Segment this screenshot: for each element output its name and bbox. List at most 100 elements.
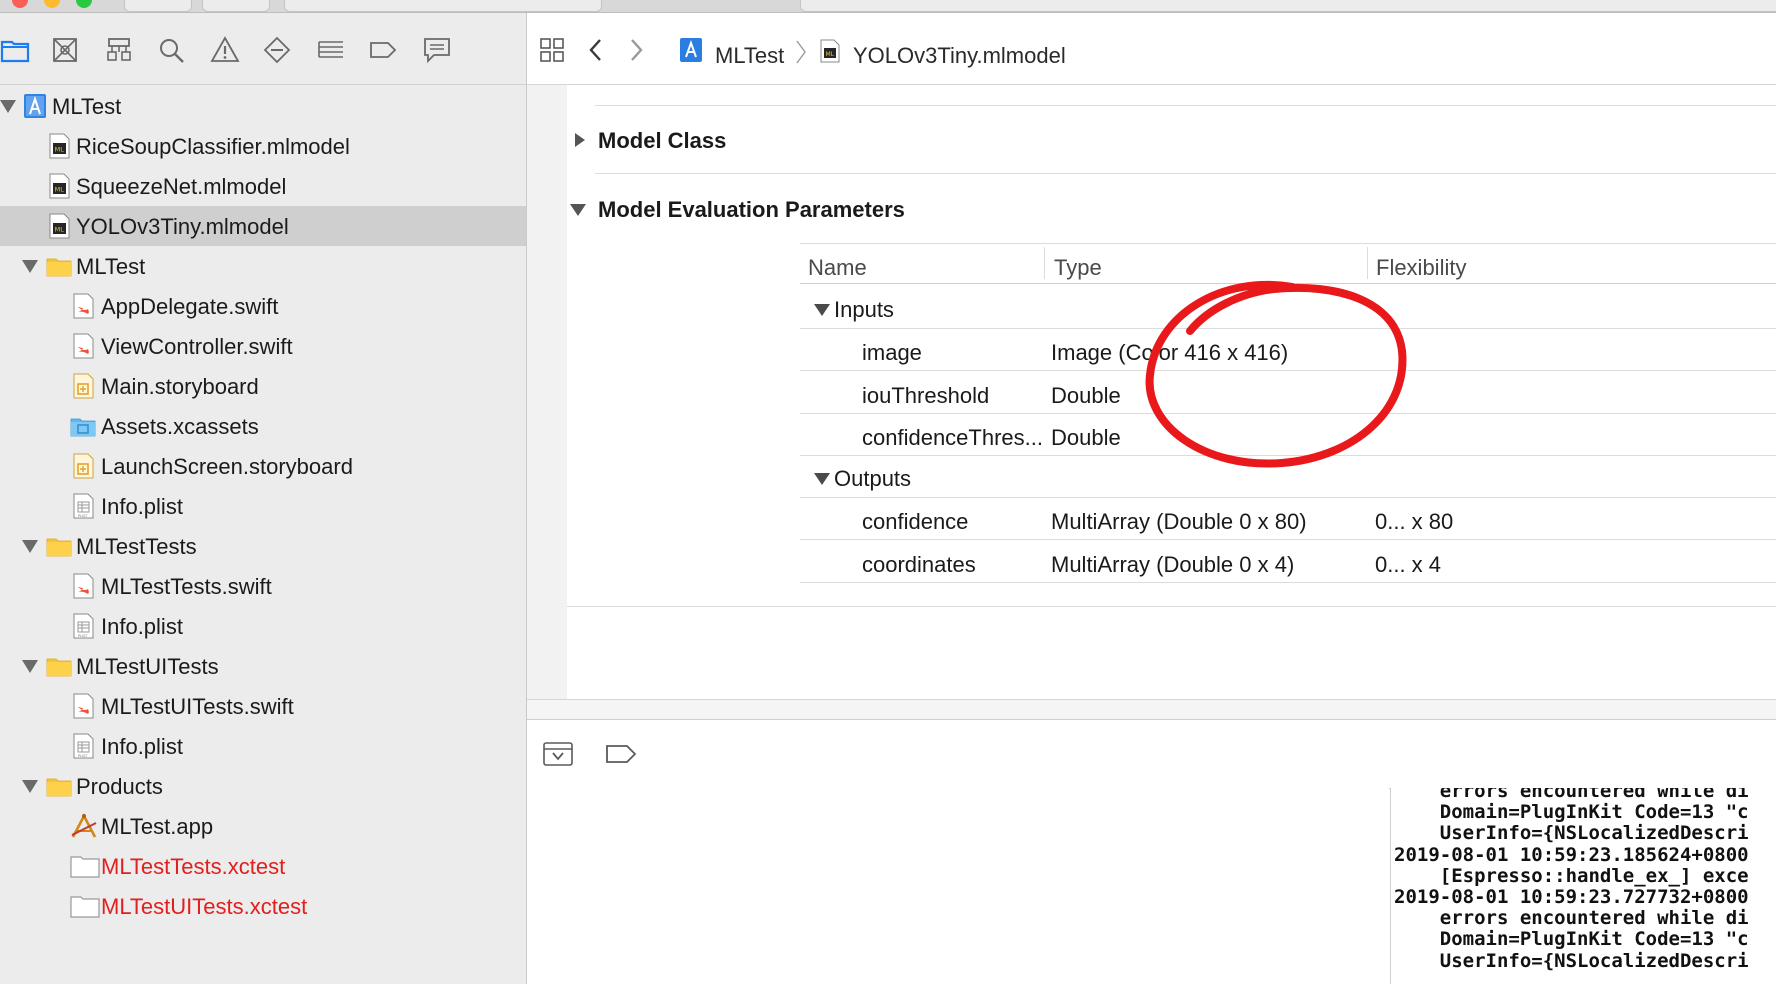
tree-item[interactable]: ML RiceSoupClassifier.mlmodel xyxy=(0,126,526,166)
forward-chevron-icon[interactable] xyxy=(627,38,645,62)
tree-item-label: LaunchScreen.storyboard xyxy=(101,454,353,479)
svg-text:ML: ML xyxy=(55,226,65,234)
folder-icon[interactable] xyxy=(0,35,30,65)
tree-item[interactable]: PLIST Info.plist xyxy=(0,486,526,526)
minimize-window-button[interactable] xyxy=(44,0,60,8)
column-header-flexibility[interactable]: Flexibility xyxy=(1376,255,1466,281)
stop-button[interactable] xyxy=(202,0,270,12)
content-bottom-border xyxy=(567,606,1776,607)
tree-item[interactable]: AppDelegate.swift xyxy=(0,286,526,326)
svg-text:ML: ML xyxy=(55,186,65,194)
tree-item[interactable]: MLTestTests.swift xyxy=(0,566,526,606)
related-items-icon[interactable] xyxy=(539,37,565,63)
param-flexibility: 0... x 4 xyxy=(1375,551,1442,577)
column-divider xyxy=(1044,247,1045,279)
param-type: Image (Color 416 x 416) xyxy=(1051,340,1289,365)
folder-icon xyxy=(46,533,72,559)
console-line: 2019-08-01 10:59:23.185624+0800 xyxy=(1394,843,1749,866)
zoom-window-button[interactable] xyxy=(76,0,92,8)
hide-debug-area-icon[interactable] xyxy=(543,742,573,766)
row-divider xyxy=(800,412,1776,414)
tree-item-label: MLTestTests.xctest xyxy=(101,854,286,879)
report-icon[interactable] xyxy=(422,35,452,65)
disclosure-triangle-icon[interactable] xyxy=(22,778,38,794)
folder-icon xyxy=(46,253,72,279)
param-type: MultiArray (Double 0 x 4) xyxy=(1051,551,1295,577)
inputs-disclosure-icon[interactable] xyxy=(813,301,831,319)
param-flexibility: 0... x 80 xyxy=(1375,509,1454,534)
row-divider xyxy=(800,370,1776,371)
swift-file-icon xyxy=(70,333,96,359)
svg-text:ML: ML xyxy=(55,146,65,154)
project-file-icon xyxy=(679,37,703,63)
tree-item-label: RiceSoupClassifier.mlmodel xyxy=(76,134,350,159)
tree-item[interactable]: Main.storyboard xyxy=(0,366,526,406)
tree-item[interactable]: Assets.xcassets xyxy=(0,406,526,446)
jump-bar: MLTest ML YOLOv3Tiny.mlmodel xyxy=(527,13,1776,85)
tree-item[interactable]: PLIST Info.plist xyxy=(0,606,526,646)
back-chevron-icon[interactable] xyxy=(587,38,605,62)
tree-item[interactable]: MLTestUITests xyxy=(0,646,526,686)
jumpbar-file[interactable]: YOLOv3Tiny.mlmodel xyxy=(853,43,1066,69)
tree-item[interactable]: MLTestTests xyxy=(0,526,526,566)
symbol-icon[interactable] xyxy=(104,35,134,65)
tree-item[interactable]: LaunchScreen.storyboard xyxy=(0,446,526,486)
param-name: confidenceThres... xyxy=(862,425,1043,450)
disclosure-triangle-icon[interactable] xyxy=(22,538,38,554)
tree-item-label: MLTestUITests xyxy=(76,654,219,679)
tree-item[interactable]: ViewController.swift xyxy=(0,326,526,366)
console-line: errors encountered while di xyxy=(1394,907,1749,930)
svg-text:PLIST: PLIST xyxy=(78,754,88,758)
console-output[interactable]: errors encountered while di Domain=PlugI… xyxy=(1390,788,1776,984)
storyboard-icon xyxy=(70,373,96,399)
jumpbar-project[interactable]: MLTest xyxy=(715,43,784,69)
tree-item[interactable]: ML YOLOv3Tiny.mlmodel xyxy=(0,206,526,246)
issue-icon[interactable] xyxy=(210,35,240,65)
inputs-group-label[interactable]: Inputs xyxy=(834,297,894,323)
disclosure-triangle-icon[interactable] xyxy=(0,98,16,114)
tree-item[interactable]: PLIST Info.plist xyxy=(0,726,526,766)
disclosure-triangle-icon[interactable] xyxy=(22,258,38,274)
breakpoint-icon[interactable] xyxy=(368,35,398,65)
run-button[interactable] xyxy=(124,0,192,12)
debug-icon[interactable] xyxy=(316,35,346,65)
project-icon xyxy=(22,93,48,119)
test-icon[interactable] xyxy=(262,35,292,65)
outputs-disclosure-icon[interactable] xyxy=(813,470,831,488)
column-header-name[interactable]: Name xyxy=(808,255,867,281)
tree-item-label: MLTest xyxy=(76,254,146,279)
plist-icon: PLIST xyxy=(70,733,96,759)
param-type: MultiArray (Double 0 x 80) xyxy=(1051,509,1307,534)
console-line: Domain=PlugInKit Code=13 "c xyxy=(1394,801,1749,824)
tree-item[interactable]: ML SqueezeNet.mlmodel xyxy=(0,166,526,206)
tree-item-label: MLTest xyxy=(52,94,122,119)
file-tree: MLTest ML RiceSoupClassifier.mlmodel ML Sque… xyxy=(0,86,526,926)
editor-gutter xyxy=(527,85,567,699)
column-header-type[interactable]: Type xyxy=(1054,255,1102,281)
mlmodel-file-icon: ML xyxy=(819,39,841,63)
tree-item[interactable]: MLTestUITests.swift xyxy=(0,686,526,726)
source-control-icon[interactable] xyxy=(50,35,80,65)
svg-text:ML: ML xyxy=(826,51,835,58)
tree-item[interactable]: MLTestUITests.xctest xyxy=(0,886,526,926)
tree-item-label: ViewController.swift xyxy=(101,334,293,359)
disclosure-triangle-icon[interactable] xyxy=(22,658,38,674)
breakpoint-toggle-icon[interactable] xyxy=(605,744,637,764)
scheme-selector[interactable] xyxy=(284,0,602,12)
outputs-group-label[interactable]: Outputs xyxy=(834,466,911,492)
storyboard-icon xyxy=(70,453,96,479)
app-icon xyxy=(70,813,97,839)
tree-item[interactable]: Products xyxy=(0,766,526,806)
tree-item[interactable]: MLTestTests.xctest xyxy=(0,846,526,886)
close-window-button[interactable] xyxy=(12,0,28,8)
variables-view[interactable] xyxy=(527,788,1389,984)
tree-item[interactable]: MLTest xyxy=(0,86,526,126)
param-name: confidence xyxy=(862,509,969,534)
swift-file-icon xyxy=(70,293,96,319)
tree-item-label: YOLOv3Tiny.mlmodel xyxy=(76,214,289,239)
tree-item[interactable]: MLTest.app xyxy=(0,806,526,846)
swift-file-icon xyxy=(70,693,96,719)
find-icon[interactable] xyxy=(156,35,186,65)
tree-item[interactable]: MLTest xyxy=(0,246,526,286)
project-navigator: MLTest ML RiceSoupClassifier.mlmodel ML Sque… xyxy=(0,13,527,984)
